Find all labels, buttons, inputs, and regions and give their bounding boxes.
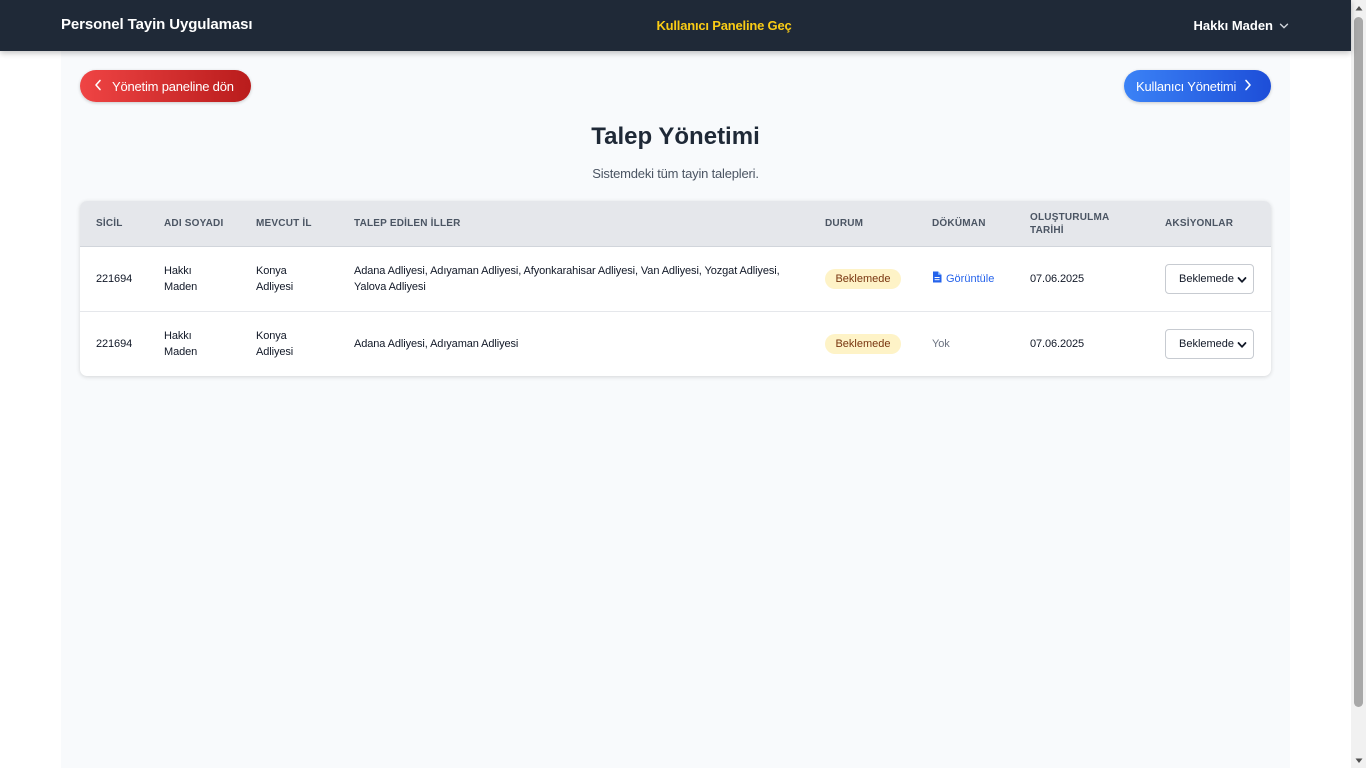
switch-to-user-panel-link[interactable]: Kullanıcı Paneline Geç: [656, 18, 791, 33]
status-select[interactable]: Beklemede: [1165, 329, 1254, 359]
main-content: Yönetim paneline dön Kullanıcı Yönetimi …: [61, 51, 1290, 768]
status-select[interactable]: Beklemede: [1165, 264, 1254, 294]
chevron-left-icon: [94, 79, 102, 94]
document-none-text: Yok: [932, 338, 950, 350]
table-header: SİCİL ADI SOYADI MEVCUT İL TALEP EDİLEN …: [80, 201, 1271, 247]
page-subtitle: Sistemdeki tüm tayin talepleri.: [592, 166, 759, 181]
chevron-down-icon: [1236, 274, 1248, 289]
scrollbar-thumb[interactable]: [1354, 17, 1363, 707]
status-badge: Beklemede: [825, 269, 901, 289]
column-header-document: DÖKÜMAN: [932, 218, 986, 229]
document-icon: [932, 271, 942, 286]
switch-panel-link-wrapper: Kullanıcı Paneline Geç: [0, 18, 1366, 33]
name-line2: Maden: [164, 281, 198, 293]
cell-requested-cities: Adana Adliyesi, Adıyaman Adliyesi: [354, 338, 519, 350]
created-header-line2: TARİHİ: [1030, 225, 1064, 236]
cell-current-city: Konya Adliyesi: [256, 263, 293, 295]
column-header-requested-cities: TALEP EDİLEN İLLER: [354, 218, 461, 229]
chevron-right-icon: [1244, 79, 1252, 94]
user-name: Hakkı Maden: [1193, 18, 1273, 33]
cell-sicil: 221694: [96, 273, 133, 285]
table-row: 221694 Hakkı Maden Konya Adliyesi Adana …: [80, 247, 1271, 312]
column-header-status: DURUM: [825, 218, 864, 229]
column-header-created-date: OLUŞTURULMA TARİHİ: [1030, 211, 1109, 237]
created-header-line1: OLUŞTURULMA: [1030, 212, 1110, 223]
user-management-label: Kullanıcı Yönetimi: [1136, 78, 1237, 94]
chevron-down-icon: [1279, 21, 1289, 31]
column-header-actions: AKSİYONLAR: [1165, 218, 1234, 229]
column-header-sicil: SİCİL: [96, 218, 123, 229]
view-document-link[interactable]: Görüntüle: [932, 271, 994, 286]
column-header-name: ADI SOYADI: [164, 218, 224, 229]
current-line1: Konya: [256, 265, 287, 277]
back-to-admin-panel-button[interactable]: Yönetim paneline dön: [80, 70, 251, 102]
name-line1: Hakkı: [164, 330, 192, 342]
cell-created-date: 07.06.2025: [1030, 273, 1085, 285]
status-select-value: Beklemede: [1179, 338, 1235, 350]
current-line1: Konya: [256, 330, 287, 342]
name-line1: Hakkı: [164, 265, 192, 277]
status-select-value: Beklemede: [1179, 273, 1235, 285]
vertical-scrollbar[interactable]: [1351, 0, 1366, 768]
scroll-down-arrow-icon[interactable]: [1351, 753, 1366, 768]
user-management-button[interactable]: Kullanıcı Yönetimi: [1124, 70, 1271, 102]
view-document-label: Görüntüle: [946, 272, 995, 285]
cell-name: Hakkı Maden: [164, 263, 197, 295]
column-header-current-city: MEVCUT İL: [256, 218, 312, 229]
requested-line2: Yalova Adliyesi: [354, 281, 426, 293]
cell-name: Hakkı Maden: [164, 328, 197, 360]
back-button-label: Yönetim paneline dön: [112, 78, 234, 94]
scroll-up-arrow-icon[interactable]: [1351, 0, 1366, 15]
cell-sicil: 221694: [96, 338, 133, 350]
name-line2: Maden: [164, 346, 198, 358]
status-badge: Beklemede: [825, 334, 901, 354]
cell-current-city: Konya Adliyesi: [256, 328, 293, 360]
current-line2: Adliyesi: [256, 346, 294, 358]
page-title: Talep Yönetimi: [591, 123, 760, 150]
table-row: 221694 Hakkı Maden Konya Adliyesi Adana …: [80, 312, 1271, 376]
user-menu[interactable]: Hakkı Maden: [1194, 18, 1289, 33]
current-line2: Adliyesi: [256, 281, 294, 293]
cell-created-date: 07.06.2025: [1030, 338, 1085, 350]
cell-requested-cities: Adana Adliyesi, Adıyaman Adliyesi, Afyon…: [354, 263, 780, 295]
chevron-down-icon: [1236, 339, 1248, 354]
requested-line1: Adana Adliyesi, Adıyaman Adliyesi, Afyon…: [354, 265, 780, 277]
requests-table: SİCİL ADI SOYADI MEVCUT İL TALEP EDİLEN …: [80, 201, 1271, 376]
top-navbar: Personel Tayin Uygulaması Kullanıcı Pane…: [0, 0, 1351, 51]
